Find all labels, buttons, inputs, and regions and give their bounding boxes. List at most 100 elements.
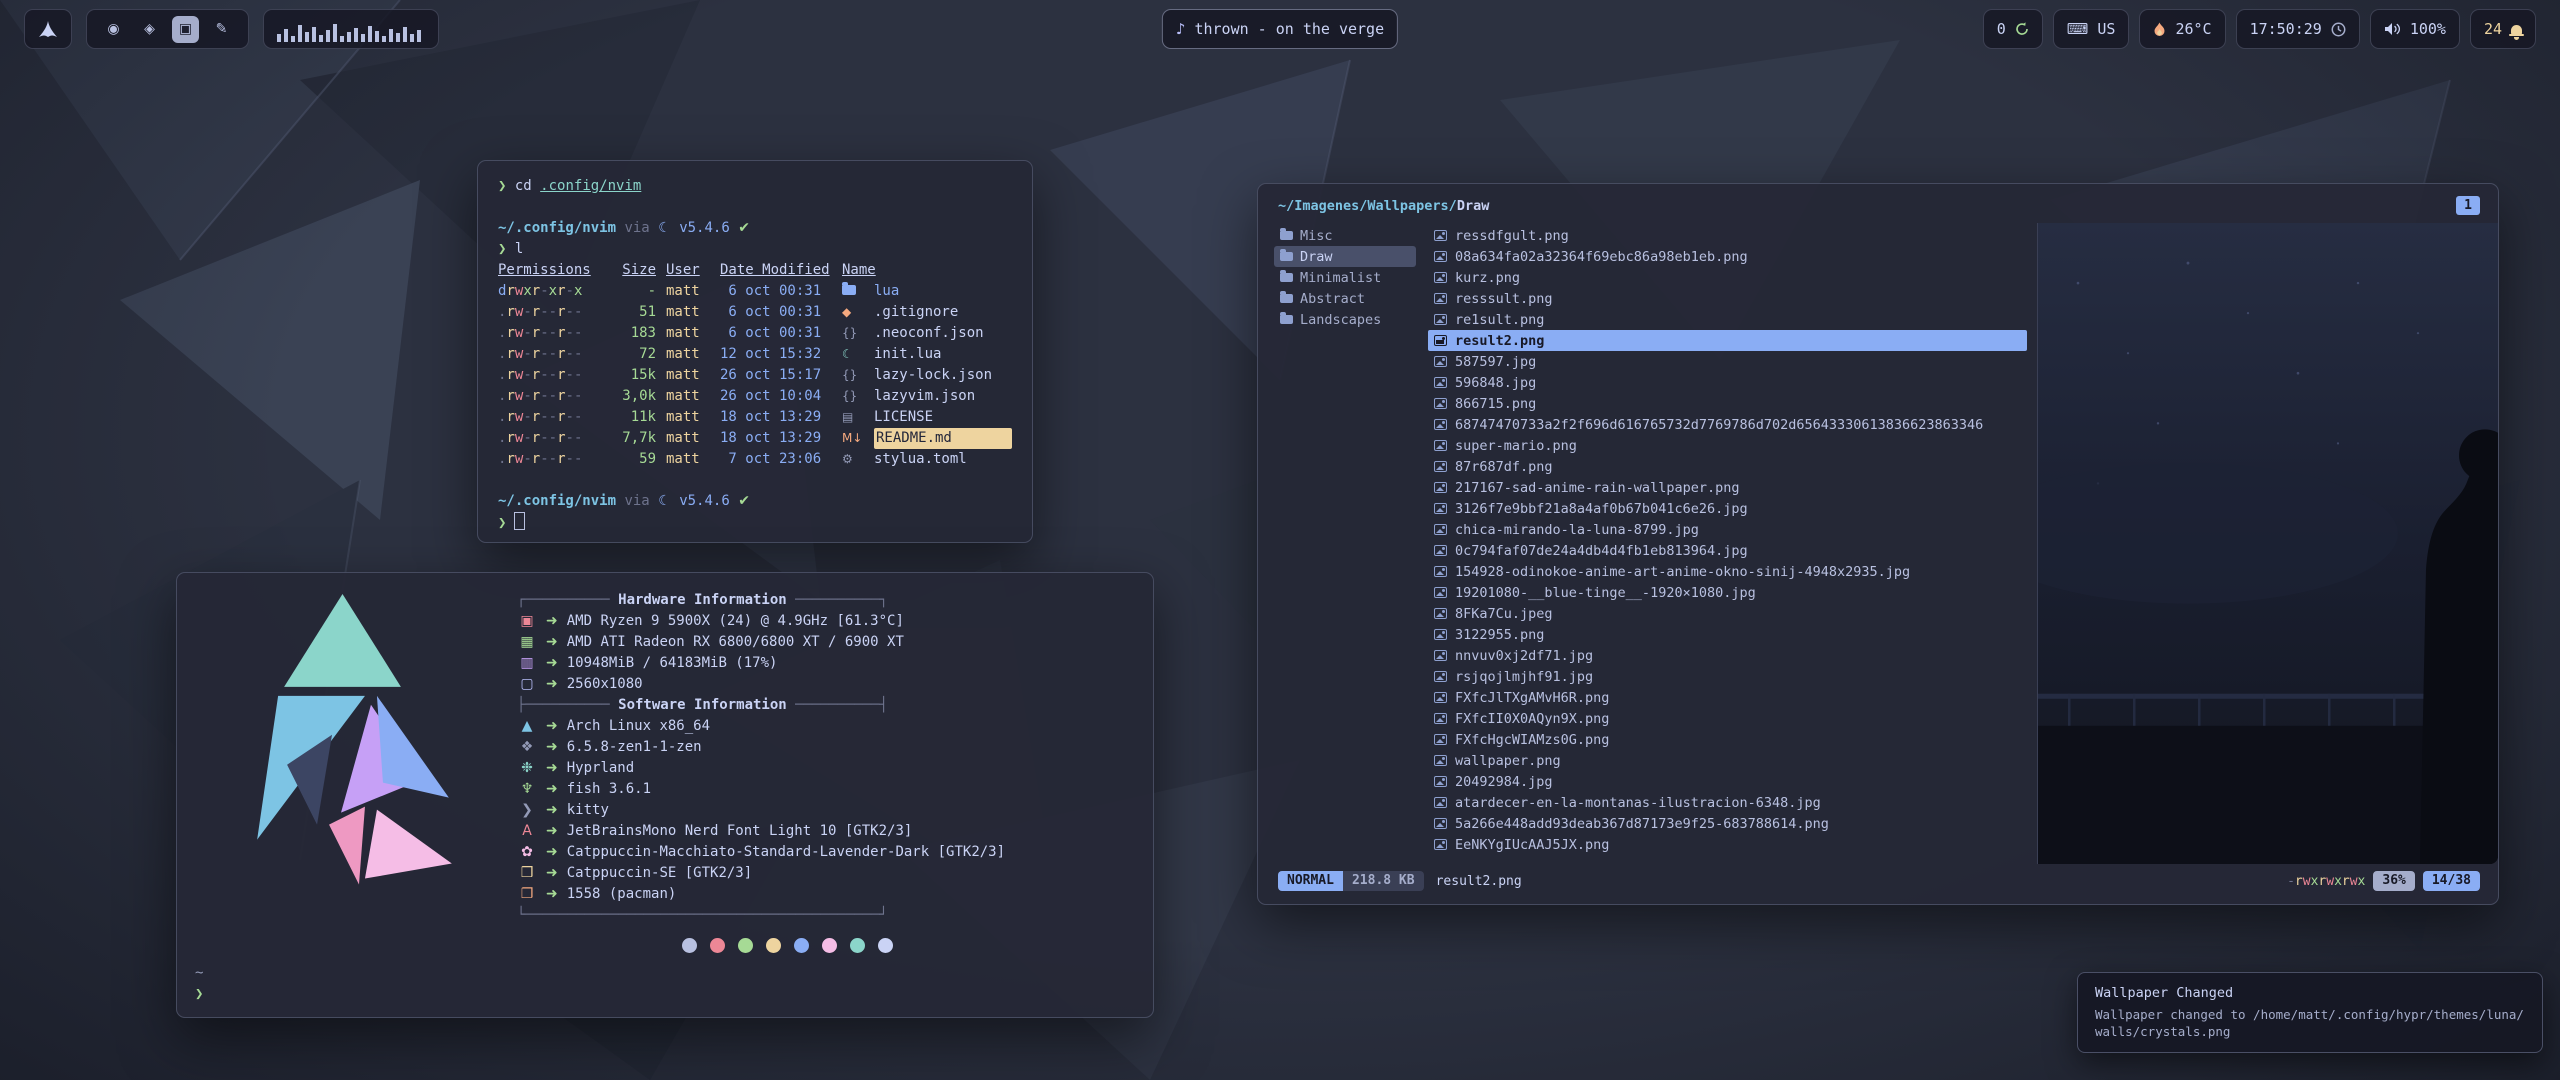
file-entry-name: 08a634fa02a32364f69ebc86a98eb1eb.png bbox=[1455, 249, 1748, 265]
workspaces-module: ◉ ◈ ▣ ✎ bbox=[86, 9, 249, 49]
cwd-path: ~/.config/nvim bbox=[498, 493, 616, 509]
file-entry[interactable]: 8FKa7Cu.jpeg bbox=[1428, 603, 2027, 624]
lua-version: v5.4.6 bbox=[679, 220, 730, 236]
bell-icon bbox=[2511, 25, 2522, 34]
image-file-icon bbox=[1434, 461, 1447, 472]
sidebar-folder[interactable]: Minimalist bbox=[1274, 267, 1416, 288]
workspace-button[interactable]: ▣ bbox=[172, 16, 199, 43]
media-module[interactable]: ♪ thrown - on the verge bbox=[1162, 9, 1398, 49]
file-entry[interactable]: FXfcHgcWIAMzs0G.png bbox=[1428, 729, 2027, 750]
workspace-button[interactable]: ◈ bbox=[136, 16, 163, 43]
workspace-button[interactable]: ✎ bbox=[208, 16, 235, 43]
notification-popup[interactable]: Wallpaper Changed Wallpaper changed to /… bbox=[2077, 972, 2543, 1053]
ls-file-row: .rw-r--r-- 183 matt 6 oct 00:31 {} .neoc… bbox=[498, 323, 1012, 344]
file-entry-name: FXfcII0X0AQyn9X.png bbox=[1455, 711, 1609, 727]
volume-module[interactable]: 100% bbox=[2370, 9, 2460, 49]
file-entry[interactable]: 19201080-__blue-tinge__-1920×1080.jpg bbox=[1428, 582, 2027, 603]
file-entry-name: rsjqojlmjhf91.jpg bbox=[1455, 669, 1593, 685]
software-spec-value: fish 3.6.1 bbox=[567, 779, 651, 800]
file-entry[interactable]: wallpaper.png bbox=[1428, 750, 2027, 771]
file-entry[interactable]: 3122955.png bbox=[1428, 624, 2027, 645]
sidebar-folder[interactable]: Draw bbox=[1274, 246, 1416, 267]
bar-center: ♪ thrown - on the verge bbox=[1162, 9, 1398, 49]
arrow-icon: ➜ bbox=[546, 758, 558, 779]
notifications-module[interactable]: 24 bbox=[2470, 9, 2536, 49]
file-name: lazy-lock.json bbox=[874, 365, 1012, 386]
file-size-badge: 218.8 KB bbox=[1343, 871, 1424, 891]
sidebar-folder[interactable]: Abstract bbox=[1274, 288, 1416, 309]
file-entry[interactable]: result2.png bbox=[1428, 330, 2027, 351]
check-icon: ✔ bbox=[738, 493, 750, 509]
launcher-button[interactable] bbox=[24, 9, 72, 49]
file-entry[interactable]: re1sult.png bbox=[1428, 309, 2027, 330]
file-entry[interactable]: 866715.png bbox=[1428, 393, 2027, 414]
sidebar-folder[interactable]: Landscapes bbox=[1274, 309, 1416, 330]
update-refresh-icon bbox=[2015, 22, 2029, 36]
file-entry[interactable]: FXfcJlTXgAMvH6R.png bbox=[1428, 687, 2027, 708]
tab-badge[interactable]: 1 bbox=[2456, 196, 2480, 215]
cpu-graph-module[interactable] bbox=[263, 9, 439, 49]
fastfetch-window[interactable]: ┌────────── Hardware Information ───────… bbox=[176, 572, 1154, 1018]
file-entry[interactable]: 5a266e448add93deab367d87173e9f25-6837886… bbox=[1428, 813, 2027, 834]
file-entry[interactable]: atardecer-en-la-montanas-ilustracion-634… bbox=[1428, 792, 2027, 813]
file-manager-window[interactable]: ~/Imagenes/Wallpapers/Draw 1 Misc Draw M… bbox=[1257, 183, 2499, 905]
updates-module[interactable]: 0 bbox=[1983, 9, 2043, 49]
file-entry[interactable]: super-mario.png bbox=[1428, 435, 2027, 456]
file-entry[interactable]: 0c794faf07de24a4db4d4fb1eb813964.jpg bbox=[1428, 540, 2027, 561]
file-size: 7,7k bbox=[604, 428, 656, 449]
cwd-path: ~/.config/nvim bbox=[498, 220, 616, 236]
terminal-window[interactable]: ❯ cd .config/nvim ~/.config/nvim via ☾ v… bbox=[477, 160, 1033, 543]
file-entry-name: chica-mirando-la-luna-8799.jpg bbox=[1455, 522, 1699, 538]
col-size: Size bbox=[604, 260, 656, 281]
file-entry[interactable]: chica-mirando-la-luna-8799.jpg bbox=[1428, 519, 2027, 540]
ls-header-row: Permissions Size User Date Modified Name bbox=[498, 260, 1012, 281]
current-folder: Draw bbox=[1457, 198, 1490, 214]
file-entry[interactable]: 3126f7e9bbf21a8a4af0b67b041c6e26.jpg bbox=[1428, 498, 2027, 519]
notification-title: Wallpaper Changed bbox=[2095, 985, 2525, 1001]
clock-module[interactable]: 17:50:29 bbox=[2236, 9, 2360, 49]
file-name: .gitignore bbox=[874, 302, 1012, 323]
file-entry[interactable]: 587597.jpg bbox=[1428, 351, 2027, 372]
file-entry[interactable]: nnvuv0xj2df71.jpg bbox=[1428, 645, 2027, 666]
shell-prompt[interactable]: ~ ❯ bbox=[195, 963, 203, 1005]
image-file-icon bbox=[1434, 419, 1447, 430]
ls-file-row: drwxr-xr-x - matt 6 oct 00:31 lua bbox=[498, 281, 1012, 302]
arrow-icon: ➜ bbox=[546, 842, 558, 863]
file-manager-body: Misc Draw Minimalist Abstract bbox=[1258, 221, 2498, 864]
file-entry[interactable]: FXfcII0X0AQyn9X.png bbox=[1428, 708, 2027, 729]
file-entry[interactable]: 217167-sad-anime-rain-wallpaper.png bbox=[1428, 477, 2027, 498]
ls-file-row: .rw-r--r-- 7,7k matt 18 oct 13:29 M↓ REA… bbox=[498, 428, 1012, 449]
position-badge: 14/38 bbox=[2423, 871, 2480, 891]
file-size: 183 bbox=[604, 323, 656, 344]
file-name: init.lua bbox=[874, 344, 1012, 365]
hardware-spec-icon: ▣ bbox=[517, 611, 537, 632]
speaker-icon bbox=[2384, 22, 2401, 36]
terminal-input-line[interactable]: ❯ bbox=[498, 512, 1012, 534]
image-file-icon bbox=[1434, 734, 1447, 745]
file-entry[interactable]: 20492984.jpg bbox=[1428, 771, 2027, 792]
file-entry[interactable]: 68747470733a2f2f696d616765732d7769786d70… bbox=[1428, 414, 2027, 435]
file-entry[interactable]: EeNKYgIUcAAJ5JX.png bbox=[1428, 834, 2027, 855]
sidebar-folder[interactable]: Misc bbox=[1274, 225, 1416, 246]
file-type-icon: ◆ bbox=[842, 302, 864, 323]
temperature-module[interactable]: 26°C bbox=[2139, 9, 2225, 49]
file-entry[interactable]: kurz.png bbox=[1428, 267, 2027, 288]
file-entry[interactable]: 154928-odinokoe-anime-art-anime-okno-sin… bbox=[1428, 561, 2027, 582]
col-user: User bbox=[666, 260, 710, 281]
file-entry[interactable]: 08a634fa02a32364f69ebc86a98eb1eb.png bbox=[1428, 246, 2027, 267]
keyboard-layout-module[interactable]: ⌨ US bbox=[2053, 9, 2130, 49]
file-entry-name: 68747470733a2f2f696d616765732d7769786d70… bbox=[1455, 417, 1983, 433]
prompt-icon: ❯ bbox=[498, 241, 506, 257]
file-entry[interactable]: resssult.png bbox=[1428, 288, 2027, 309]
file-owner: matt bbox=[666, 407, 710, 428]
software-spec-value: Hyprland bbox=[567, 758, 634, 779]
workspace-icon: ◉ bbox=[107, 21, 119, 37]
folder-name: Minimalist bbox=[1300, 270, 1381, 286]
file-size: 3,0k bbox=[604, 386, 656, 407]
file-entry[interactable]: rsjqojlmjhf91.jpg bbox=[1428, 666, 2027, 687]
file-entry[interactable]: 87r687df.png bbox=[1428, 456, 2027, 477]
workspace-button[interactable]: ◉ bbox=[100, 16, 127, 43]
file-type-icon: M↓ bbox=[842, 428, 864, 449]
file-entry[interactable]: 596848.jpg bbox=[1428, 372, 2027, 393]
file-entry[interactable]: ressdfgult.png bbox=[1428, 225, 2027, 246]
